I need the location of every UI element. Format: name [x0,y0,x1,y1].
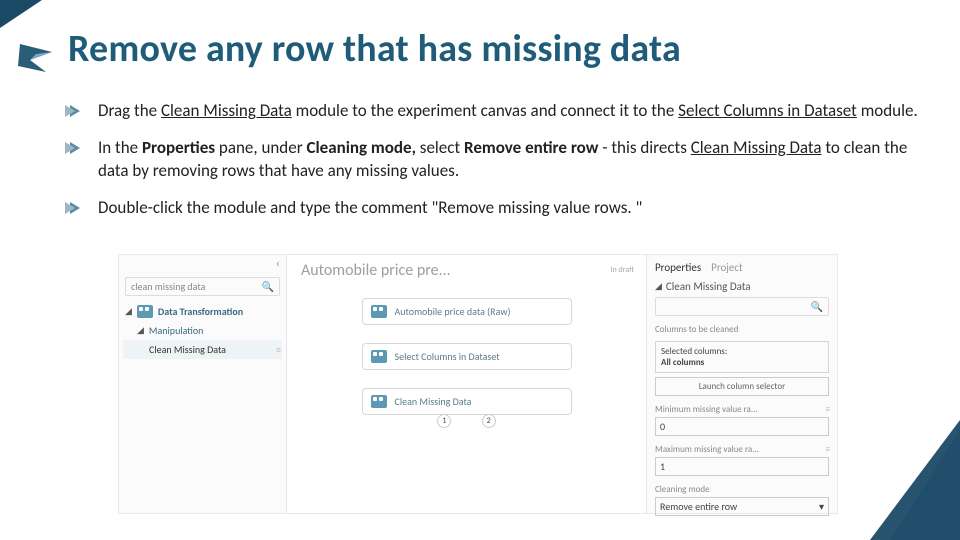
output-port-1[interactable]: 1 [437,414,451,428]
search-icon: 🔍 [262,280,274,293]
module-palette: ‹ clean missing data 🔍 ◢Data Transformat… [119,255,287,513]
selected-columns-value: All columns [661,357,823,368]
more-icon[interactable]: ≡ [826,404,829,415]
link-clean-missing-data-2[interactable]: Clean Missing Data [691,137,822,158]
link-select-columns[interactable]: Select Columns in Dataset [678,100,857,121]
tab-project[interactable]: Project [711,261,743,274]
select-cleaning-mode[interactable]: Remove entire row▾ [655,497,829,516]
label-columns-to-clean: Columns to be cleaned [655,324,829,335]
slide-logo-icon [16,36,56,76]
module-select-columns[interactable]: Select Columns in Dataset [362,343,572,370]
palette-search-input[interactable]: clean missing data 🔍 [125,277,280,296]
experiment-canvas[interactable]: Automobile price pre... In draft Automob… [287,255,647,513]
tab-properties[interactable]: Properties [655,261,701,274]
dataset-icon [371,305,387,318]
module-icon [371,350,387,363]
label-min-missing: Minimum missing value ra...≡ [655,404,829,415]
link-clean-missing-data[interactable]: Clean Missing Data [161,100,292,121]
slide-title: Remove any row that has missing data [68,26,681,72]
experiment-title: Automobile price pre... [301,261,632,280]
search-icon: 🔍 [811,300,823,313]
module-clean-missing-data[interactable]: Clean Missing Data [362,388,572,415]
output-ports: 1 2 [301,413,632,428]
search-text: clean missing data [131,280,205,293]
selected-columns-label: Selected columns: [661,346,823,357]
properties-section-title[interactable]: ◢Clean Missing Data [655,280,829,293]
tree-item-clean-missing-data[interactable]: Clean Missing Data≡ [123,340,282,359]
module-automobile-data[interactable]: Automobile price data (Raw) [362,298,572,325]
slide-body: Drag the Clean Missing Data module to th… [68,100,930,234]
drag-handle-icon[interactable]: ≡ [276,343,280,356]
tree-category-data-transformation[interactable]: ◢Data Transformation [123,302,282,321]
bullet-3: Double-click the module and type the com… [68,197,930,220]
decoration-corner-top-left [0,0,42,28]
tree-category-manipulation[interactable]: ◢Manipulation [123,321,282,340]
input-min-missing[interactable]: 0 [655,417,829,436]
collapse-icon[interactable]: ‹ [119,255,286,273]
properties-search[interactable]: 🔍 [655,297,829,316]
properties-pane: Properties Project ◢Clean Missing Data 🔍… [647,255,837,513]
embedded-screenshot: ‹ clean missing data 🔍 ◢Data Transformat… [118,254,838,514]
launch-column-selector-button[interactable]: Launch column selector [655,377,829,396]
label-cleaning-mode: Cleaning mode [655,484,829,495]
chevron-down-icon: ▾ [819,500,824,513]
bullet-2: In the Properties pane, under Cleaning m… [68,137,930,183]
more-icon[interactable]: ≡ [826,444,829,455]
category-icon [137,305,153,318]
input-max-missing[interactable]: 1 [655,457,829,476]
output-port-2[interactable]: 2 [482,414,496,428]
selected-columns-box: Selected columns: All columns [655,341,829,373]
label-max-missing: Maximum missing value ra...≡ [655,444,829,455]
module-icon [371,395,387,408]
bullet-1: Drag the Clean Missing Data module to th… [68,100,930,123]
draft-status: In draft [610,265,634,275]
decoration-corner-bottom-right [870,420,960,540]
